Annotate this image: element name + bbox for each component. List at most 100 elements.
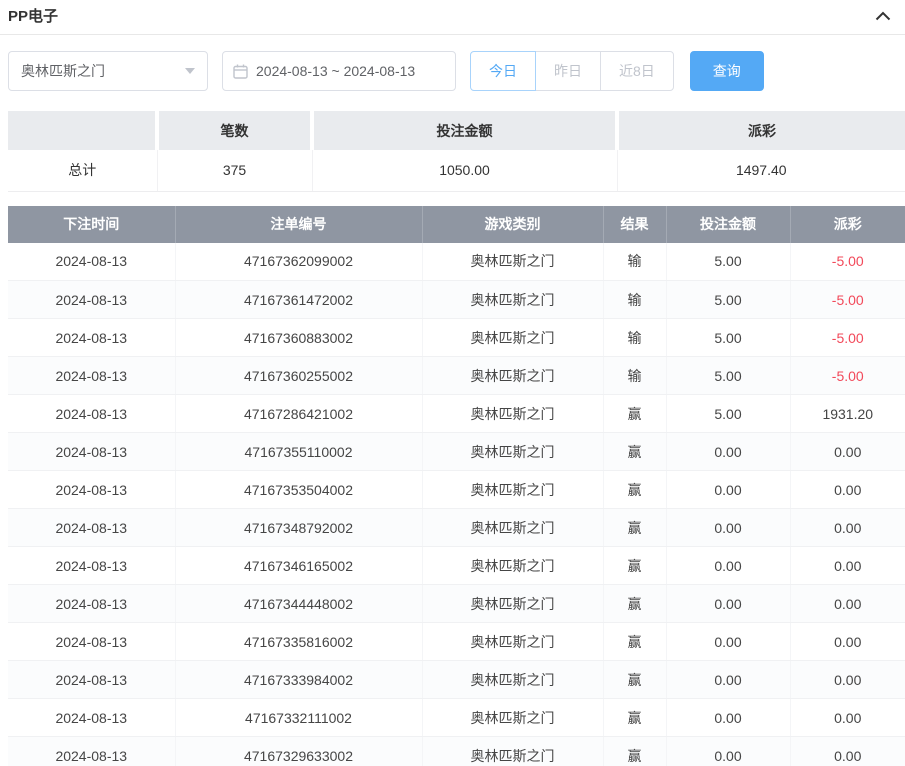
summary-header-row: 笔数 投注金额 派彩 [8, 111, 905, 150]
pp-electronic-panel: PP电子 奥林匹斯之门 2024-08-13 ~ 2024-08-13 [0, 0, 905, 766]
bet-id-cell: 47167362099002 [175, 243, 422, 281]
calendar-icon [233, 64, 248, 79]
payout-cell: -5.00 [790, 243, 905, 281]
bet-amount-cell: 5.00 [666, 281, 790, 319]
result-cell: 赢 [603, 623, 666, 661]
header-result: 结果 [603, 206, 666, 243]
result-cell: 输 [603, 243, 666, 281]
result-cell: 输 [603, 281, 666, 319]
date-range-input[interactable]: 2024-08-13 ~ 2024-08-13 [222, 51, 456, 91]
bet-amount-cell: 0.00 [666, 433, 790, 471]
result-cell: 赢 [603, 433, 666, 471]
table-row: 2024-08-1347167344448002奥林匹斯之门赢0.000.00 [8, 585, 905, 623]
chevron-up-icon[interactable] [875, 11, 891, 21]
game-type-cell: 奥林匹斯之门 [422, 585, 603, 623]
payout-cell: 0.00 [790, 623, 905, 661]
game-select-value: 奥林匹斯之门 [21, 61, 105, 81]
payout-cell: 0.00 [790, 737, 905, 766]
payout-cell: 0.00 [790, 509, 905, 547]
game-type-cell: 奥林匹斯之门 [422, 471, 603, 509]
table-row: 2024-08-1347167286421002奥林匹斯之门赢5.001931.… [8, 395, 905, 433]
payout-cell: 0.00 [790, 547, 905, 585]
bet-id-cell: 47167361472002 [175, 281, 422, 319]
bet-id-cell: 47167360883002 [175, 319, 422, 357]
bet-time-cell: 2024-08-13 [8, 585, 175, 623]
search-button[interactable]: 查询 [690, 51, 764, 91]
bet-time-cell: 2024-08-13 [8, 281, 175, 319]
last-8-days-button[interactable]: 近8日 [600, 51, 674, 91]
bet-time-cell: 2024-08-13 [8, 623, 175, 661]
game-type-cell: 奥林匹斯之门 [422, 623, 603, 661]
table-row: 2024-08-1347167360883002奥林匹斯之门输5.00-5.00 [8, 319, 905, 357]
payout-cell: 0.00 [790, 585, 905, 623]
total-bet-amount: 1050.00 [312, 150, 617, 191]
bet-amount-cell: 0.00 [666, 699, 790, 737]
records-table: 下注时间 注单编号 游戏类别 结果 投注金额 派彩 2024-08-134716… [8, 206, 905, 766]
bet-time-cell: 2024-08-13 [8, 471, 175, 509]
bet-amount-cell: 0.00 [666, 509, 790, 547]
bet-amount-cell: 0.00 [666, 547, 790, 585]
result-cell: 赢 [603, 395, 666, 433]
bet-id-cell: 47167360255002 [175, 357, 422, 395]
game-type-cell: 奥林匹斯之门 [422, 433, 603, 471]
yesterday-button[interactable]: 昨日 [535, 51, 601, 91]
payout-cell: 0.00 [790, 699, 905, 737]
result-cell: 输 [603, 357, 666, 395]
bet-time-cell: 2024-08-13 [8, 661, 175, 699]
bet-amount-cell: 0.00 [666, 661, 790, 699]
table-row: 2024-08-1347167335816002奥林匹斯之门赢0.000.00 [8, 623, 905, 661]
summary-header-payout: 派彩 [617, 111, 905, 150]
payout-cell: 1931.20 [790, 395, 905, 433]
game-type-cell: 奥林匹斯之门 [422, 737, 603, 766]
bet-time-cell: 2024-08-13 [8, 395, 175, 433]
game-type-cell: 奥林匹斯之门 [422, 243, 603, 281]
payout-cell: -5.00 [790, 281, 905, 319]
bet-time-cell: 2024-08-13 [8, 509, 175, 547]
table-row: 2024-08-1347167333984002奥林匹斯之门赢0.000.00 [8, 661, 905, 699]
payout-cell: 0.00 [790, 661, 905, 699]
panel-title: PP电子 [8, 5, 58, 26]
result-cell: 赢 [603, 699, 666, 737]
chevron-down-icon [185, 68, 195, 74]
bet-id-cell: 47167355110002 [175, 433, 422, 471]
bet-time-cell: 2024-08-13 [8, 319, 175, 357]
bet-time-cell: 2024-08-13 [8, 357, 175, 395]
filter-bar: 奥林匹斯之门 2024-08-13 ~ 2024-08-13 今日 昨日 近8日… [0, 35, 905, 91]
result-cell: 赢 [603, 585, 666, 623]
total-payout: 1497.40 [617, 150, 905, 191]
bet-amount-cell: 5.00 [666, 357, 790, 395]
table-row: 2024-08-1347167353504002奥林匹斯之门赢0.000.00 [8, 471, 905, 509]
payout-cell: -5.00 [790, 319, 905, 357]
header-game-type: 游戏类别 [422, 206, 603, 243]
header-bet-id: 注单编号 [175, 206, 422, 243]
bet-amount-cell: 0.00 [666, 585, 790, 623]
bet-time-cell: 2024-08-13 [8, 699, 175, 737]
bet-id-cell: 47167344448002 [175, 585, 422, 623]
today-button[interactable]: 今日 [470, 51, 536, 91]
game-type-cell: 奥林匹斯之门 [422, 281, 603, 319]
table-row: 2024-08-1347167329633002奥林匹斯之门赢0.000.00 [8, 737, 905, 766]
bet-id-cell: 47167333984002 [175, 661, 422, 699]
game-select[interactable]: 奥林匹斯之门 [8, 51, 208, 91]
table-row: 2024-08-1347167360255002奥林匹斯之门输5.00-5.00 [8, 357, 905, 395]
bet-id-cell: 47167346165002 [175, 547, 422, 585]
table-row: 2024-08-1347167362099002奥林匹斯之门输5.00-5.00 [8, 243, 905, 281]
total-count: 375 [157, 150, 312, 191]
game-type-cell: 奥林匹斯之门 [422, 509, 603, 547]
result-cell: 赢 [603, 737, 666, 766]
result-cell: 赢 [603, 471, 666, 509]
header-payout: 派彩 [790, 206, 905, 243]
bet-amount-cell: 0.00 [666, 623, 790, 661]
table-row: 2024-08-1347167361472002奥林匹斯之门输5.00-5.00 [8, 281, 905, 319]
bet-time-cell: 2024-08-13 [8, 433, 175, 471]
table-row: 2024-08-1347167332111002奥林匹斯之门赢0.000.00 [8, 699, 905, 737]
table-row: 2024-08-1347167355110002奥林匹斯之门赢0.000.00 [8, 433, 905, 471]
bet-id-cell: 47167348792002 [175, 509, 422, 547]
summary-table: 笔数 投注金额 派彩 总计 375 1050.00 1497.40 [8, 111, 905, 192]
table-row: 2024-08-1347167348792002奥林匹斯之门赢0.000.00 [8, 509, 905, 547]
bet-id-cell: 47167329633002 [175, 737, 422, 766]
result-cell: 赢 [603, 547, 666, 585]
game-type-cell: 奥林匹斯之门 [422, 319, 603, 357]
records-header-row: 下注时间 注单编号 游戏类别 结果 投注金额 派彩 [8, 206, 905, 243]
date-range-value: 2024-08-13 ~ 2024-08-13 [256, 63, 415, 79]
